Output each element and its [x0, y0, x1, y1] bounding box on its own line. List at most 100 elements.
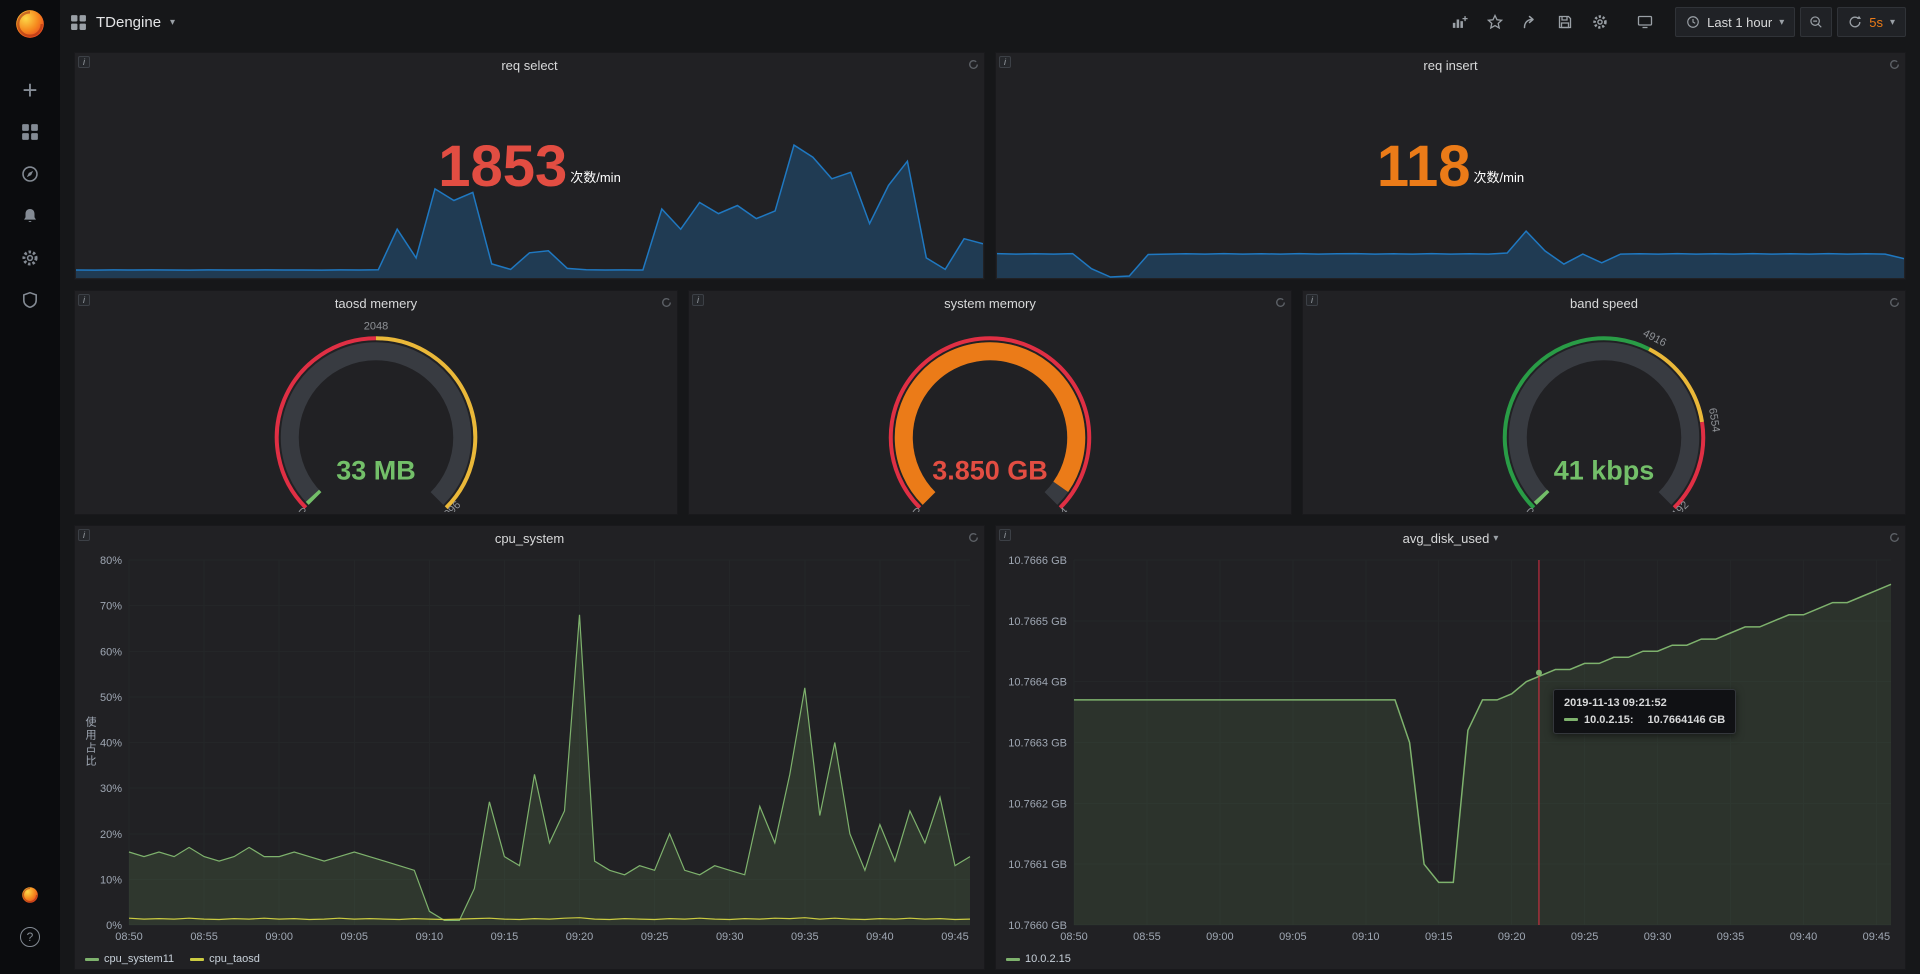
dashboard-picker[interactable]: TDengine ▾ [70, 14, 175, 31]
svg-text:09:10: 09:10 [1352, 931, 1380, 943]
panel-req-select: i req select 1853 次数/min [74, 52, 985, 280]
legend-item[interactable]: 10.0.2.15 [1006, 953, 1071, 965]
svg-text:80%: 80% [100, 555, 122, 567]
legend-item[interactable]: cpu_system11 [85, 953, 174, 965]
panel-info-icon[interactable]: i [999, 529, 1011, 541]
panel-info-icon[interactable]: i [78, 56, 90, 68]
svg-text:10.7662 GB: 10.7662 GB [1008, 798, 1067, 810]
svg-text:09:40: 09:40 [866, 931, 894, 943]
panel-title[interactable]: req insert [996, 53, 1905, 78]
panel-title-text: req select [501, 58, 557, 73]
svg-text:70%: 70% [100, 601, 122, 613]
panel-title-text: band speed [1570, 296, 1638, 311]
svg-text:08:55: 08:55 [190, 931, 218, 943]
svg-text:10.7666 GB: 10.7666 GB [1008, 555, 1067, 567]
legend-swatch [190, 958, 204, 961]
svg-text:50%: 50% [100, 692, 122, 704]
svg-text:09:35: 09:35 [1717, 931, 1745, 943]
sidebar-item-profile[interactable] [0, 874, 60, 916]
svg-text:09:05: 09:05 [341, 931, 369, 943]
svg-text:用: 用 [86, 730, 97, 742]
tooltip-series-label: 10.0.2.15: [1584, 714, 1634, 726]
add-panel-button[interactable] [1445, 10, 1475, 34]
dashboard-row: i cpu_system 0%10%20%30%40%50%60%70%80%0… [74, 525, 1906, 970]
panel-title[interactable]: avg_disk_used ▾ [996, 526, 1905, 551]
legend-item[interactable]: cpu_taosd [190, 953, 260, 965]
svg-text:09:05: 09:05 [1279, 931, 1307, 943]
cycle-view-mode-button[interactable] [1630, 10, 1660, 34]
legend-label: cpu_taosd [209, 953, 260, 965]
sidebar-item-configuration[interactable] [0, 237, 60, 279]
panel-title-text: taosd memery [335, 296, 417, 311]
svg-text:10%: 10% [100, 874, 122, 886]
dashboard-canvas: i req select 1853 次数/min i [60, 44, 1920, 974]
star-dashboard-button[interactable] [1480, 10, 1510, 34]
panel-system-memory: i system memory 043.850 GB [688, 290, 1292, 515]
panel-menu-caret-icon: ▾ [1493, 533, 1498, 544]
sidebar-item-explore[interactable] [0, 153, 60, 195]
panel-loading-icon [1889, 57, 1900, 75]
chevron-down-icon: ▾ [170, 17, 175, 28]
svg-text:10.7664 GB: 10.7664 GB [1008, 677, 1067, 689]
grafana-logo[interactable] [14, 8, 46, 45]
panel-info-icon[interactable]: i [78, 529, 90, 541]
help-icon: ? [20, 927, 40, 947]
svg-text:30%: 30% [100, 783, 122, 795]
avg-disk-used-chart[interactable]: 2019-11-13 09:21:52 10.0.2.15: 10.766414… [1000, 552, 1901, 945]
svg-text:09:20: 09:20 [566, 931, 594, 943]
cpu-system-chart[interactable]: 0%10%20%30%40%50%60%70%80%08:5008:5509:0… [79, 552, 980, 945]
svg-text:09:45: 09:45 [1863, 931, 1891, 943]
panel-loading-icon [1889, 530, 1900, 548]
refresh-button[interactable]: 5s ▾ [1837, 7, 1906, 37]
sidebar-item-create[interactable]: + [0, 69, 60, 111]
legend-label: 10.0.2.15 [1025, 953, 1071, 965]
compass-icon [21, 165, 39, 183]
svg-text:09:00: 09:00 [1206, 931, 1234, 943]
top-nav: TDengine ▾ [60, 0, 1920, 44]
panel-req-insert: i req insert 118 次数/min [995, 52, 1906, 280]
svg-text:08:50: 08:50 [1060, 931, 1088, 943]
sidebar-item-alerting[interactable] [0, 195, 60, 237]
dashboard-settings-button[interactable] [1585, 10, 1615, 34]
svg-text:09:30: 09:30 [1644, 931, 1672, 943]
panel-title-text: cpu_system [495, 531, 564, 546]
star-icon [1487, 14, 1503, 30]
save-dashboard-button[interactable] [1550, 10, 1580, 34]
svg-text:33 MB: 33 MB [336, 456, 416, 486]
panel-cpu-system: i cpu_system 0%10%20%30%40%50%60%70%80%0… [74, 525, 985, 970]
panel-title[interactable]: taosd memery [75, 291, 677, 316]
sidebar-item-dashboards[interactable] [0, 111, 60, 153]
time-range-picker[interactable]: Last 1 hour ▾ [1675, 7, 1795, 37]
zoom-out-button[interactable] [1800, 7, 1832, 37]
req-insert-sparkline[interactable] [997, 128, 1904, 278]
panel-loading-icon [1889, 295, 1900, 313]
panel-title-text: system memory [944, 296, 1036, 311]
svg-text:08:50: 08:50 [115, 931, 143, 943]
panel-title[interactable]: system memory [689, 291, 1291, 316]
panel-title[interactable]: cpu_system [75, 526, 984, 551]
panel-title[interactable]: req select [75, 53, 984, 78]
chart-legend: cpu_system11 cpu_taosd [85, 953, 260, 965]
svg-text:2048: 2048 [364, 320, 388, 332]
panel-info-icon[interactable]: i [999, 56, 1011, 68]
zoom-out-icon [1809, 15, 1823, 29]
svg-text:09:25: 09:25 [641, 931, 669, 943]
disk-tooltip: 2019-11-13 09:21:52 10.0.2.15: 10.766414… [1553, 689, 1736, 734]
svg-text:09:35: 09:35 [791, 931, 819, 943]
panel-title[interactable]: band speed [1303, 291, 1905, 316]
svg-text:41 kbps: 41 kbps [1554, 456, 1655, 486]
panel-info-icon[interactable]: i [1306, 294, 1318, 306]
svg-text:09:40: 09:40 [1790, 931, 1818, 943]
chevron-down-icon: ▾ [1779, 17, 1784, 28]
svg-text:使: 使 [86, 716, 97, 729]
legend-swatch [1006, 958, 1020, 961]
sidebar-item-server-admin[interactable] [0, 279, 60, 321]
sidebar-item-help[interactable]: ? [0, 916, 60, 958]
panel-title-text: avg_disk_used [1403, 531, 1490, 546]
svg-text:3.850 GB: 3.850 GB [932, 456, 1048, 486]
panel-info-icon[interactable]: i [692, 294, 704, 306]
main-area: TDengine ▾ [60, 0, 1920, 974]
panel-info-icon[interactable]: i [78, 294, 90, 306]
share-dashboard-button[interactable] [1515, 10, 1545, 34]
req-select-sparkline[interactable] [76, 128, 983, 278]
